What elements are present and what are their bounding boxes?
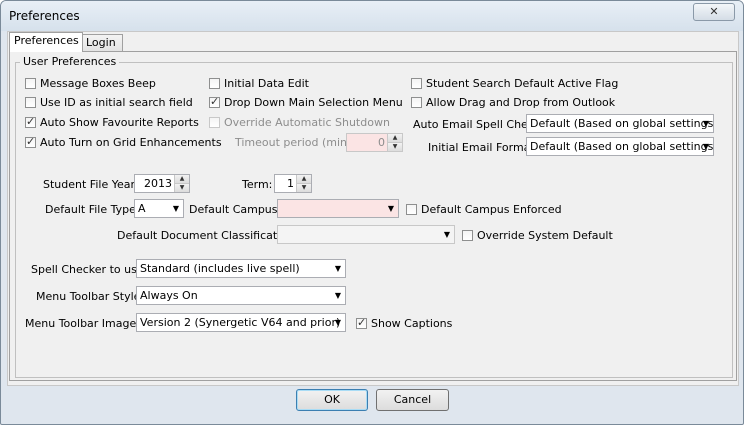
checkbox-label: Message Boxes Beep [40, 77, 156, 90]
checkbox-label: Override Automatic Shutdown [224, 116, 390, 129]
close-icon: ✕ [709, 5, 719, 18]
timeout-spinner[interactable]: 0 ▲ ▼ [346, 133, 403, 152]
show-captions-checkbox[interactable]: Show Captions [356, 316, 453, 330]
checkbox-box [25, 97, 36, 108]
select-value: Always On [140, 289, 198, 302]
checkbox-label: Auto Turn on Grid Enhancements [40, 136, 222, 149]
menu-toolbar-images-label: Menu Toolbar Images: [25, 317, 146, 330]
timeout-label: Timeout period (mins): [235, 136, 361, 149]
spell-checker-select[interactable]: Standard (includes live spell) ▼ [136, 259, 346, 278]
ok-button[interactable]: OK [296, 389, 368, 411]
select-value: Default (Based on global settings) [530, 140, 714, 153]
initial-email-format-label: Initial Email Format: [428, 141, 539, 154]
student-search-active-checkbox[interactable]: Student Search Default Active Flag [411, 77, 618, 90]
message-boxes-beep-checkbox[interactable]: Message Boxes Beep [25, 77, 156, 90]
default-file-type-label: Default File Type: [45, 203, 140, 216]
checkbox-label: Student Search Default Active Flag [426, 77, 619, 90]
default-doc-class-select[interactable]: ▼ [277, 225, 455, 244]
override-system-default-checkbox[interactable]: Override System Default [462, 229, 613, 242]
student-file-year-spinner[interactable]: 2013 ▲ ▼ [134, 174, 190, 193]
user-preferences-group [15, 62, 733, 378]
default-file-type-select[interactable]: A ▼ [134, 199, 184, 218]
use-id-checkbox[interactable]: Use ID as initial search field [25, 96, 193, 109]
title-bar[interactable]: Preferences ✕ [1, 1, 743, 31]
close-button[interactable]: ✕ [693, 3, 735, 21]
chevron-down-icon: ▼ [387, 204, 394, 213]
checkbox-box [411, 97, 422, 108]
spinner-buttons: ▲ ▼ [296, 175, 311, 192]
auto-email-spell-select[interactable]: Default (Based on global settings) ▼ [526, 114, 714, 133]
default-campus-label: Default Campus: [189, 203, 282, 216]
cancel-button[interactable]: Cancel [376, 389, 449, 411]
tab-label: Preferences [14, 34, 79, 47]
year-value: 2013 [144, 177, 172, 190]
checkbox-label: Initial Data Edit [224, 77, 309, 90]
spinner-buttons: ▲ ▼ [387, 134, 402, 151]
override-automatic-shutdown-checkbox[interactable]: Override Automatic Shutdown [209, 116, 390, 129]
checkbox-label: Override System Default [477, 229, 613, 242]
auto-turn-on-grid-checkbox[interactable]: Auto Turn on Grid Enhancements [25, 135, 222, 149]
button-label: OK [324, 393, 340, 406]
checkbox-box [209, 95, 220, 108]
checkbox-label: Show Captions [371, 317, 453, 330]
term-label: Term: [242, 178, 273, 191]
tab-label: Login [86, 36, 116, 49]
preferences-window: Preferences ✕ Preferences Login User Pre… [0, 0, 744, 425]
timeout-value: 0 [378, 136, 385, 149]
auto-email-spell-label: Auto Email Spell Check: [413, 118, 544, 131]
menu-toolbar-style-select[interactable]: Always On ▼ [136, 286, 346, 305]
auto-show-favourite-reports-checkbox[interactable]: Auto Show Favourite Reports [25, 115, 199, 129]
default-doc-class-label: Default Document Classification: [117, 229, 298, 242]
select-value: Version 2 (Synergetic V64 and prior) [140, 316, 341, 329]
spin-down-icon[interactable]: ▼ [175, 184, 189, 192]
spell-checker-label: Spell Checker to use: [31, 263, 148, 276]
checkbox-box [25, 78, 36, 89]
default-campus-select[interactable]: ▼ [277, 199, 399, 218]
default-campus-enforced-checkbox[interactable]: Default Campus Enforced [406, 203, 562, 216]
chevron-down-icon: ▼ [334, 264, 341, 273]
term-spinner[interactable]: 1 ▲ ▼ [274, 174, 312, 193]
tab-preferences[interactable]: Preferences [9, 32, 83, 52]
chevron-down-icon: ▼ [334, 291, 341, 300]
checkbox-label: Allow Drag and Drop from Outlook [426, 96, 616, 109]
checkbox-label: Default Campus Enforced [421, 203, 562, 216]
select-value: Default (Based on global settings) [530, 117, 714, 130]
checkbox-box [406, 204, 417, 215]
spin-up-icon[interactable]: ▲ [297, 175, 311, 184]
button-label: Cancel [393, 393, 432, 406]
drop-down-main-selection-checkbox[interactable]: Drop Down Main Selection Menu [209, 95, 403, 109]
checkbox-box [209, 78, 220, 89]
tab-login[interactable]: Login [81, 34, 123, 51]
checkbox-box [25, 135, 36, 148]
allow-drag-drop-checkbox[interactable]: Allow Drag and Drop from Outlook [411, 96, 615, 109]
checkbox-box [411, 78, 422, 89]
initial-email-format-select[interactable]: Default (Based on global settings) ▼ [526, 137, 714, 156]
initial-data-edit-checkbox[interactable]: Initial Data Edit [209, 77, 309, 90]
checkbox-label: Use ID as initial search field [40, 96, 193, 109]
chevron-down-icon: ▼ [702, 119, 709, 128]
spin-down-icon[interactable]: ▼ [297, 184, 311, 192]
window-title: Preferences [9, 9, 80, 23]
checkbox-label: Auto Show Favourite Reports [40, 116, 199, 129]
chevron-down-icon: ▼ [702, 142, 709, 151]
spin-up-icon[interactable]: ▲ [388, 134, 402, 143]
checkbox-box [462, 230, 473, 241]
term-value: 1 [287, 177, 294, 190]
select-value: A [138, 202, 146, 215]
checkbox-box [209, 117, 220, 128]
chevron-down-icon: ▼ [443, 230, 450, 239]
group-label: User Preferences [20, 55, 120, 68]
spin-up-icon[interactable]: ▲ [175, 175, 189, 184]
checkbox-box [25, 115, 36, 128]
checkbox-box [356, 316, 367, 329]
menu-toolbar-images-select[interactable]: Version 2 (Synergetic V64 and prior) ▼ [136, 313, 346, 332]
select-value: Standard (includes live spell) [140, 262, 300, 275]
chevron-down-icon: ▼ [334, 318, 341, 327]
spin-down-icon[interactable]: ▼ [388, 143, 402, 151]
checkbox-label: Drop Down Main Selection Menu [224, 96, 403, 109]
spinner-buttons: ▲ ▼ [174, 175, 189, 192]
menu-toolbar-style-label: Menu Toolbar Style: [36, 290, 145, 303]
chevron-down-icon: ▼ [172, 204, 179, 213]
student-file-year-label: Student File Year: [43, 178, 139, 191]
